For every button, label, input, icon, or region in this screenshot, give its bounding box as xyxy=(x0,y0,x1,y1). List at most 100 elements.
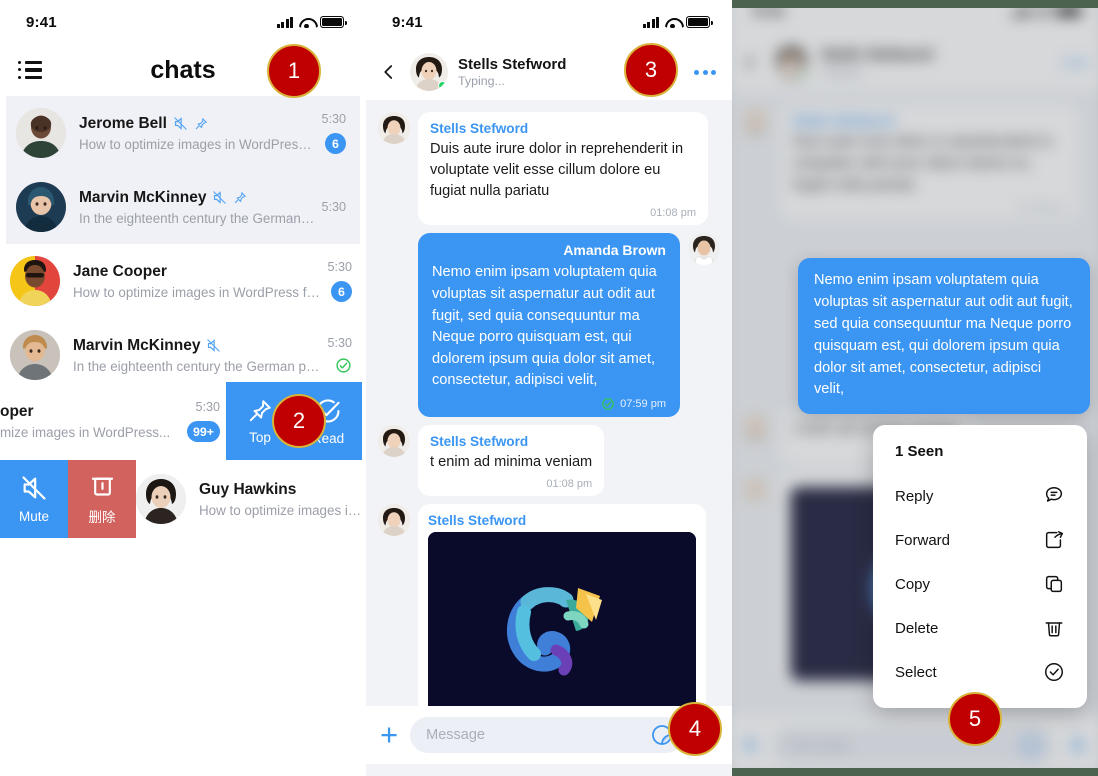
signal-icon xyxy=(642,16,659,28)
online-indicator xyxy=(438,81,447,90)
contact-name: Jerome Bell xyxy=(79,114,167,132)
avatar xyxy=(10,256,60,306)
step-badge-5: 5 xyxy=(948,692,1002,746)
sender-name: Stells Stefword xyxy=(430,434,529,450)
status-icons xyxy=(276,16,347,28)
message-bubble: Stells Stefword t enim ad minima veniam … xyxy=(418,425,605,497)
message-incoming-image[interactable]: Stells Stefword xyxy=(366,504,732,728)
avatar[interactable] xyxy=(410,53,448,91)
message-outgoing[interactable]: Amanda Brown Nemo enim ipsam voluptatem … xyxy=(366,233,732,425)
seen-status: 1 Seen xyxy=(895,443,944,460)
message-thread: Stells Stefword Duis aute irure dolor in… xyxy=(366,100,732,764)
search-input-wrapper[interactable]: Message xyxy=(410,717,684,753)
swipe-action-delete[interactable]: 删除 xyxy=(68,460,136,538)
list-item[interactable]: Jerome Bell How to optimize images in Wo… xyxy=(6,96,360,170)
list-item[interactable]: Marvin McKinney In the eighteenth centur… xyxy=(6,170,360,244)
trash-icon xyxy=(1043,617,1065,639)
message-bubble: Amanda Brown Nemo enim ipsam voluptatem … xyxy=(418,233,680,418)
step-badge-3: 3 xyxy=(624,43,678,97)
timestamp: 5:30 xyxy=(195,400,220,414)
menu-item-label: Reply xyxy=(895,487,934,505)
avatar xyxy=(378,425,410,458)
message-preview: How to optimize images in WordPress for.… xyxy=(79,136,316,152)
check-circle-icon xyxy=(1043,661,1065,683)
mute-icon xyxy=(206,338,221,353)
more-horizontal-icon[interactable] xyxy=(694,69,716,75)
message-incoming[interactable]: Stells Stefword Duis aute irure dolor in… xyxy=(366,112,732,233)
message-text: Nemo enim ipsam voluptatem quia voluptas… xyxy=(432,264,657,389)
wifi-icon xyxy=(665,17,680,28)
context-menu-item-select[interactable]: Select xyxy=(873,650,1087,694)
timestamp: 5:30 xyxy=(321,112,346,126)
pin-icon xyxy=(247,398,273,427)
message-time: 01:08 pm xyxy=(650,207,696,220)
step-badge-2: 2 xyxy=(272,394,326,448)
pinned-group: Jerome Bell How to optimize images in Wo… xyxy=(6,96,360,244)
menu-item-label: Copy xyxy=(895,575,931,593)
context-menu-item-reply[interactable]: Reply xyxy=(873,474,1087,518)
list-item-meta: 5:30 6 xyxy=(321,260,352,302)
list-item[interactable]: Guy Hawkins How to optimize images in W xyxy=(136,460,366,538)
top-edge-strip xyxy=(732,0,1098,8)
message-preview: In the eighteenth century the German phi… xyxy=(73,358,322,374)
chat-list: Jerome Bell How to optimize images in Wo… xyxy=(0,96,366,392)
list-icon[interactable] xyxy=(18,61,44,79)
list-item-meta: 5:30 xyxy=(315,200,346,214)
list-item-body: oper mize images in WordPress... xyxy=(0,403,181,440)
check-circle-icon xyxy=(601,397,615,411)
step-badge-4: 4 xyxy=(668,702,722,756)
message-input[interactable]: Message xyxy=(426,727,485,743)
list-item-body: Jerome Bell How to optimize images in Wo… xyxy=(66,115,315,152)
unread-badge: 6 xyxy=(325,133,346,154)
message-bubble: Stells Stefword Duis aute irure dolor in… xyxy=(418,112,708,226)
context-menu-item-delete[interactable]: Delete xyxy=(873,606,1087,650)
sender-name: Amanda Brown xyxy=(563,242,666,259)
context-menu-item-copy[interactable]: Copy xyxy=(873,562,1087,606)
list-item[interactable]: Jane Cooper How to optimize images in Wo… xyxy=(0,244,366,318)
conversation-panel: 9:41 Stells Stefword Typing... Stells St… xyxy=(366,0,732,776)
avatar xyxy=(16,108,66,158)
list-item-meta: 5:30 99+ xyxy=(181,400,226,442)
reply-icon xyxy=(1043,485,1065,507)
swipe-actions-left: Mute 删除 xyxy=(0,460,136,538)
list-item-body: Jane Cooper How to optimize images in Wo… xyxy=(60,263,321,300)
message-text: t enim ad minima veniam xyxy=(430,454,593,471)
pin-icon xyxy=(233,191,247,205)
bottom-edge-strip xyxy=(732,768,1098,776)
three-panel-mockup: 9:41 chats Jerome Bell How to optimize i… xyxy=(0,0,1098,776)
avatar xyxy=(378,112,410,144)
chameleon-logo-image[interactable] xyxy=(428,532,696,721)
unread-badge: 99+ xyxy=(186,421,220,442)
battery-icon xyxy=(320,16,347,28)
contact-name: Marvin McKinney xyxy=(73,336,201,354)
list-item[interactable]: Marvin McKinney In the eighteenth centur… xyxy=(0,318,366,392)
list-item-body: Guy Hawkins How to optimize images in W xyxy=(186,481,366,518)
message-preview: How to optimize images in WordPress for.… xyxy=(73,284,322,300)
list-item-partial[interactable]: oper mize images in WordPress... 5:30 99… xyxy=(0,382,226,460)
avatar xyxy=(378,504,410,537)
swipe-action-label: 删除 xyxy=(88,510,116,525)
message-incoming[interactable]: Stells Stefword t enim ad minima veniam … xyxy=(366,425,732,504)
swipe-action-label: Top xyxy=(249,429,271,445)
message-time: 07:59 pm xyxy=(620,398,666,411)
context-menu-panel: 9:41 Stells Stefword Typing... Stells St… xyxy=(732,0,1098,776)
status-time: 9:41 xyxy=(392,13,423,31)
focused-message-bubble[interactable]: Nemo enim ipsam voluptatem quia voluptas… xyxy=(798,258,1090,415)
context-menu: 1 Seen Reply Forward Copy Delete Select xyxy=(873,425,1087,708)
plus-icon[interactable]: + xyxy=(380,719,398,750)
battery-icon xyxy=(686,16,713,28)
chevron-left-icon[interactable] xyxy=(378,63,400,81)
message-bubble: Stells Stefword xyxy=(418,504,706,721)
avatar xyxy=(16,182,66,232)
swipe-action-mute[interactable]: Mute xyxy=(0,460,68,538)
avatar xyxy=(10,330,60,380)
message-preview: In the eighteenth century the German phi… xyxy=(79,210,315,226)
context-menu-item-forward[interactable]: Forward xyxy=(873,518,1087,562)
status-time: 9:41 xyxy=(26,13,57,31)
read-receipt-icon xyxy=(335,357,352,374)
contact-name: oper xyxy=(0,402,34,420)
status-bar: 9:41 xyxy=(366,0,732,44)
wifi-icon xyxy=(299,17,314,28)
sender-name: Stells Stefword xyxy=(430,121,529,136)
step-badge-1: 1 xyxy=(267,44,321,98)
